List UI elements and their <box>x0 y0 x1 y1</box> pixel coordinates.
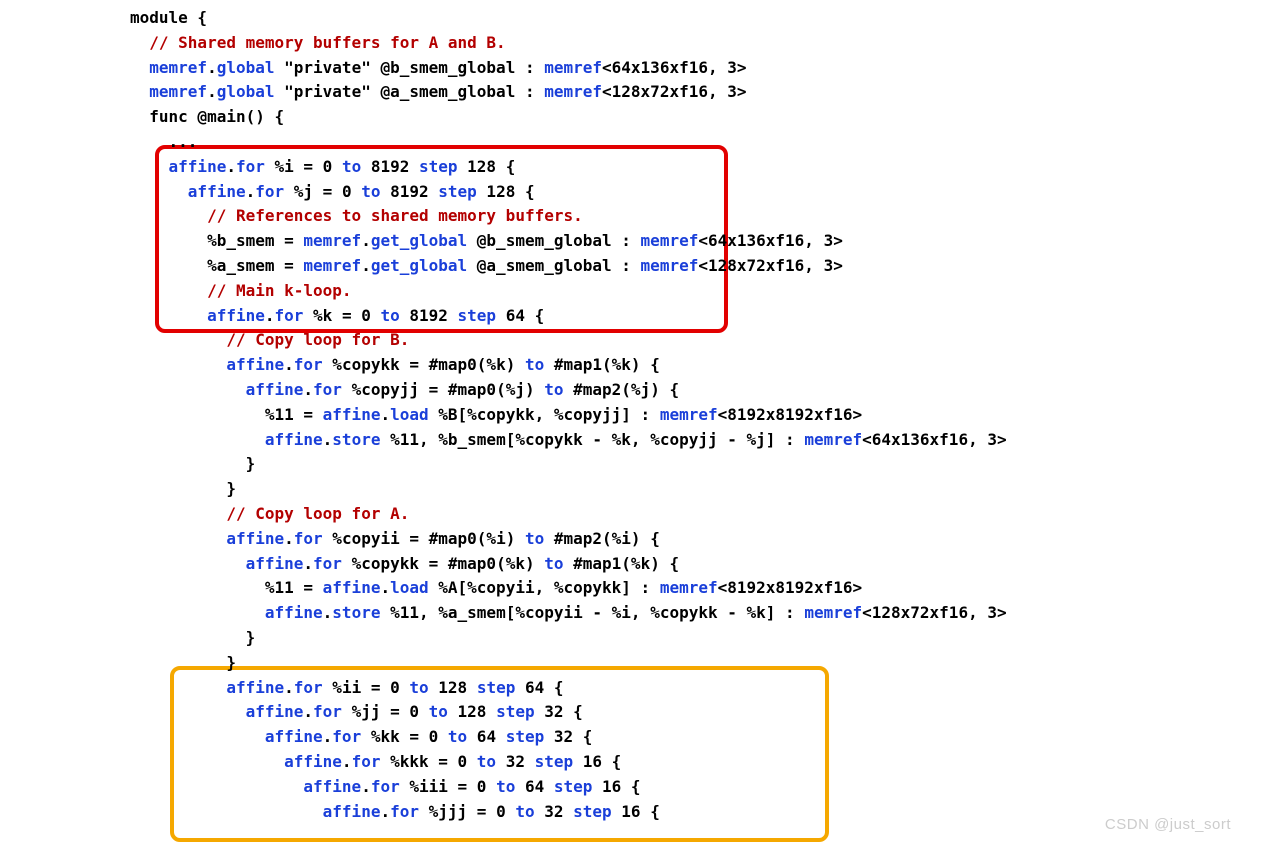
code-line: %11 = affine.load %A[%copyii, %copykk] :… <box>130 578 862 597</box>
code-line: affine.for %copykk = #map0(%k) to #map1(… <box>130 554 679 573</box>
code-line: %a_smem = memref.get_global @a_smem_glob… <box>130 256 843 275</box>
code-line: affine.for %copyjj = #map0(%j) to #map2(… <box>130 380 679 399</box>
code-line: memref.global "private" @a_smem_global :… <box>130 82 747 101</box>
code-block: module { // Shared memory buffers for A … <box>0 0 1261 824</box>
code-line: affine.store %11, %b_smem[%copykk - %k, … <box>130 430 1007 449</box>
code-line: affine.for %jjj = 0 to 32 step 16 { <box>130 802 660 821</box>
code-line: // Copy loop for A. <box>130 504 409 523</box>
code-line: %11 = affine.load %B[%copykk, %copyjj] :… <box>130 405 862 424</box>
code-line: affine.for %copyii = #map0(%i) to #map2(… <box>130 529 660 548</box>
code-line: affine.store %11, %a_smem[%copyii - %i, … <box>130 603 1007 622</box>
code-line: affine.for %i = 0 to 8192 step 128 { <box>130 157 515 176</box>
code-line: affine.for %k = 0 to 8192 step 64 { <box>130 306 544 325</box>
code-line: } <box>130 628 255 647</box>
code-line: affine.for %ii = 0 to 128 step 64 { <box>130 678 564 697</box>
code-line: } <box>130 479 236 498</box>
code-line: affine.for %jj = 0 to 128 step 32 { <box>130 702 583 721</box>
code-line: affine.for %iii = 0 to 64 step 16 { <box>130 777 641 796</box>
code-line: ... <box>130 132 197 151</box>
code-line: } <box>130 653 236 672</box>
code-line: } <box>130 454 255 473</box>
code-line: // Shared memory buffers for A and B. <box>130 33 506 52</box>
code-line: affine.for %copykk = #map0(%k) to #map1(… <box>130 355 660 374</box>
code-line: module { <box>130 8 207 27</box>
code-line: // References to shared memory buffers. <box>130 206 583 225</box>
code-line: memref.global "private" @b_smem_global :… <box>130 58 747 77</box>
watermark: CSDN @just_sort <box>1105 813 1231 836</box>
code-line: // Copy loop for B. <box>130 330 409 349</box>
code-line: affine.for %kkk = 0 to 32 step 16 { <box>130 752 621 771</box>
code-line: func @main() { <box>130 107 284 126</box>
code-line: affine.for %j = 0 to 8192 step 128 { <box>130 182 535 201</box>
code-line: %b_smem = memref.get_global @b_smem_glob… <box>130 231 843 250</box>
code-line: affine.for %kk = 0 to 64 step 32 { <box>130 727 592 746</box>
code-line: // Main k-loop. <box>130 281 352 300</box>
